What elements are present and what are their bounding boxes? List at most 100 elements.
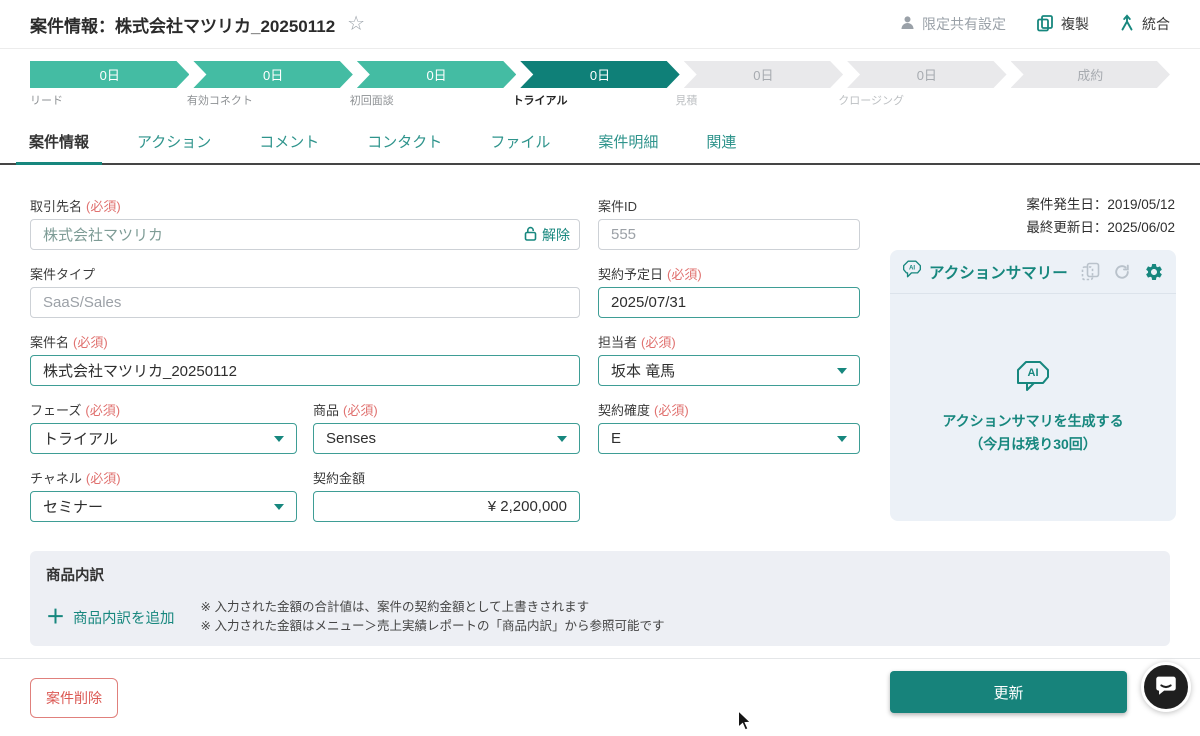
pipeline-stage-connect[interactable]: 0日: [193, 61, 352, 88]
stage-days: 0日: [753, 65, 773, 84]
ai-bubble-icon: AI: [902, 259, 922, 284]
plus-icon: ＋: [46, 608, 65, 627]
phase-field: フェーズ (必須) トライアル: [30, 400, 297, 454]
phase-labels: リード 有効コネクト 初回面談 トライアル 見積 クロージング: [30, 92, 1170, 107]
phase-pipeline: 0日 0日 0日 0日 0日 0日 成約 リード 有効コネクト 初回面談 トライ…: [30, 61, 1170, 107]
tab-bar: 案件情報 アクション コメント コンタクト ファイル 案件明細 関連: [0, 121, 1200, 165]
note-line: ※ 入力された金額の合計値は、案件の契約金額として上書きされます: [201, 598, 665, 617]
required-mark: (必須): [86, 471, 121, 486]
field-label: チャネル: [30, 471, 82, 486]
delete-deal-button[interactable]: 案件削除: [30, 678, 118, 718]
field-label: 案件名: [30, 335, 69, 350]
limited-share-button[interactable]: 限定共有設定: [900, 14, 1006, 34]
tab-files[interactable]: ファイル: [477, 121, 563, 165]
generate-summary-quota: （今月は残り30回）: [942, 433, 1123, 456]
deal-type-field: 案件タイプ: [30, 264, 580, 318]
required-mark: (必須): [86, 199, 121, 214]
pipeline-stage-quote[interactable]: 0日: [684, 61, 843, 88]
account-name-input[interactable]: [30, 219, 580, 250]
lock-icon: [524, 226, 537, 244]
field-label: 契約金額: [313, 471, 365, 486]
account-name-field: 取引先名 (必須) 解除: [30, 196, 580, 250]
product-breakdown-section: 商品内訳 ＋ 商品内訳を追加 ※ 入力された金額の合計値は、案件の契約金額として…: [30, 551, 1170, 646]
phase-select[interactable]: トライアル: [30, 423, 297, 454]
action-summary-header: AI アクションサマリー: [890, 250, 1176, 294]
required-mark: (必須): [641, 335, 676, 350]
product-breakdown-notes: ※ 入力された金額の合計値は、案件の契約金額として上書きされます ※ 入力された…: [201, 598, 665, 636]
required-mark: (必須): [73, 335, 108, 350]
stage-days: 0日: [917, 65, 937, 84]
stage-name: 有効コネクト: [187, 92, 253, 108]
svg-text:AI: AI: [1028, 367, 1039, 379]
generate-summary-button[interactable]: AI アクションサマリを生成する （今月は残り30回）: [890, 294, 1176, 520]
product-breakdown-title: 商品内訳: [46, 564, 1154, 585]
generate-summary-label: アクションサマリを生成する: [942, 410, 1123, 433]
pipeline-stage-won[interactable]: 成約: [1011, 61, 1170, 88]
favorite-star-icon[interactable]: ☆: [347, 14, 365, 34]
tab-actions[interactable]: アクション: [124, 121, 224, 165]
tab-deal-lines[interactable]: 案件明細: [585, 121, 671, 165]
stage-days: 0日: [263, 65, 283, 84]
deal-type-input: [30, 287, 580, 318]
field-label: フェーズ: [30, 403, 81, 418]
person-icon: [900, 15, 915, 33]
chat-icon: [1153, 672, 1179, 703]
probability-select[interactable]: E: [598, 423, 860, 454]
action-summary-title: アクションサマリー: [929, 261, 1068, 283]
pipeline-stage-trial[interactable]: 0日: [520, 61, 679, 88]
refresh-icon[interactable]: [1113, 263, 1131, 281]
stage-name: トライアル: [513, 92, 568, 108]
required-mark: (必須): [343, 403, 378, 418]
stage-name: リード: [30, 92, 63, 108]
pipeline-stage-first-meeting[interactable]: 0日: [357, 61, 516, 88]
stage-days: 0日: [100, 65, 120, 84]
chevron-down-icon: [274, 436, 284, 442]
tab-related[interactable]: 関連: [693, 121, 749, 165]
product-select[interactable]: Senses: [313, 423, 580, 454]
owner-select[interactable]: 坂本 竜馬: [598, 355, 860, 386]
stage-days: 0日: [426, 65, 446, 84]
action-summary-panel: AI アクションサマリー AI アクションサマリを生成する （今月は残り30回）: [890, 250, 1176, 521]
product-field: 商品 (必須) Senses: [313, 400, 580, 454]
tab-deal-info[interactable]: 案件情報: [16, 121, 102, 165]
pipeline-stage-closing[interactable]: 0日: [847, 61, 1006, 88]
add-product-breakdown-button[interactable]: ＋ 商品内訳を追加: [46, 607, 175, 628]
pipeline-stage-lead[interactable]: 0日: [30, 61, 189, 88]
field-label: 契約確度: [598, 403, 650, 418]
created-date: 案件発生日：2019/05/12: [820, 193, 1175, 216]
copy-summary-icon[interactable]: [1081, 262, 1100, 281]
tab-contacts[interactable]: コンタクト: [354, 121, 455, 165]
stage-name: 見積: [675, 92, 697, 108]
gear-icon[interactable]: [1144, 262, 1164, 282]
required-mark: (必須): [85, 403, 120, 418]
merge-button[interactable]: 統合: [1119, 14, 1170, 34]
required-mark: (必須): [667, 267, 702, 282]
duplicate-button[interactable]: 複製: [1036, 14, 1089, 35]
deal-name-input[interactable]: [30, 355, 580, 386]
field-label: 案件ID: [598, 199, 637, 214]
channel-field: チャネル (必須) セミナー: [30, 468, 297, 522]
chevron-down-icon: [837, 368, 847, 374]
amount-input[interactable]: [313, 491, 580, 522]
ai-bubble-icon-large: AI: [1015, 359, 1051, 398]
stage-name: クロージング: [838, 92, 904, 108]
field-label: 商品: [313, 403, 339, 418]
channel-select[interactable]: セミナー: [30, 491, 297, 522]
contract-date-input[interactable]: [598, 287, 860, 318]
page-title: 案件情報：株式会社マツリカ_20250112: [30, 12, 335, 37]
stage-name: 初回面談: [350, 92, 394, 108]
unlock-button[interactable]: 解除: [524, 225, 570, 245]
amount-field: 契約金額: [313, 468, 580, 522]
tab-comments[interactable]: コメント: [246, 121, 332, 165]
required-mark: (必須): [654, 403, 689, 418]
contract-date-field: 契約予定日(必須): [598, 264, 860, 318]
field-label: 担当者: [598, 335, 637, 350]
chat-widget-button[interactable]: [1141, 662, 1191, 712]
svg-text:AI: AI: [909, 264, 915, 271]
footer-bar: 案件削除 更新: [0, 658, 1200, 736]
stage-days: 0日: [590, 65, 610, 84]
update-button[interactable]: 更新: [890, 671, 1127, 713]
deal-detail-page: 案件情報：株式会社マツリカ_20250112 ☆ 限定共有設定 複製 統合 0日…: [0, 0, 1200, 736]
field-label: 取引先名: [30, 199, 82, 214]
deal-name-field: 案件名 (必須): [30, 332, 580, 386]
